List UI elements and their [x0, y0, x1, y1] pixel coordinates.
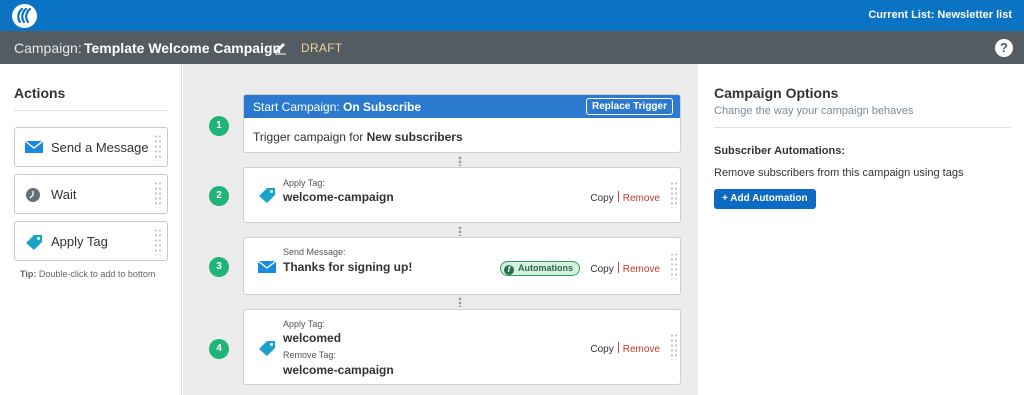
drag-handle[interactable]	[154, 134, 161, 161]
trigger-title-prefix: Start Campaign:	[253, 100, 344, 114]
copy-link[interactable]: Copy	[590, 344, 613, 355]
apply-tag-card[interactable]: Apply Tag: welcome-campaign Copy Remove	[243, 167, 681, 223]
copy-link[interactable]: Copy	[590, 264, 613, 275]
top-bar: Current List: Newsletter list	[0, 0, 1024, 31]
trigger-header: Start Campaign: On Subscribe Replace Tri…	[244, 95, 680, 118]
drag-handle[interactable]	[670, 181, 677, 208]
step-number: 2	[209, 186, 229, 206]
action-apply-tag[interactable]: Apply Tag	[14, 221, 168, 261]
card-actions: Copy Remove	[590, 262, 660, 275]
action-send-message[interactable]: Send a Message	[14, 127, 168, 167]
card-actions: Copy Remove	[590, 342, 660, 355]
tag-name: welcome-campaign	[283, 363, 394, 377]
trigger-desc-value: New subscribers	[366, 130, 463, 144]
step-number: 3	[209, 257, 229, 277]
remove-link[interactable]: Remove	[623, 264, 660, 275]
tip-text: Tip: Double-click to add to bottom	[20, 269, 155, 279]
options-subtitle: Change the way your campaign behaves	[714, 105, 914, 117]
action-label: Send a Message	[51, 140, 149, 155]
action-label: Wait	[51, 187, 77, 202]
add-automation-button[interactable]: + Add Automation	[714, 189, 816, 209]
tag-icon	[258, 340, 276, 356]
campaign-workflow: 1 Start Campaign: On Subscribe Replace T…	[183, 64, 698, 395]
subscriber-automations-description: Remove subscribers from this campaign us…	[714, 167, 964, 179]
copy-link[interactable]: Copy	[590, 193, 613, 204]
brand-logo-icon[interactable]	[12, 4, 37, 28]
tag-name: welcome-campaign	[283, 190, 394, 204]
link-separator	[617, 342, 619, 353]
step-connector	[458, 226, 462, 236]
status-badge: DRAFT	[301, 41, 343, 55]
divider	[14, 110, 168, 111]
actions-panel: Actions Send a Message Wait Apply Tag Ti…	[0, 64, 182, 395]
tag-icon	[25, 234, 43, 250]
action-label: Apply Tag	[51, 234, 108, 249]
trigger-card[interactable]: Start Campaign: On Subscribe Replace Tri…	[243, 94, 681, 153]
divider	[714, 127, 1011, 128]
current-list-link[interactable]: Current List: Newsletter list	[868, 9, 1012, 21]
step-label: Apply Tag:	[283, 319, 325, 329]
automations-label: Automations	[518, 263, 573, 273]
trigger-title: Start Campaign: On Subscribe	[253, 100, 421, 114]
tag-name: welcomed	[283, 331, 342, 345]
drag-handle[interactable]	[154, 181, 161, 208]
send-message-card[interactable]: Send Message: Thanks for signing up! f Au…	[243, 237, 681, 295]
trigger-desc-prefix: Trigger campaign for	[253, 130, 367, 144]
drag-handle[interactable]	[154, 228, 161, 255]
campaign-options-panel: Campaign Options Change the way your cam…	[698, 64, 1024, 395]
apply-remove-tag-card[interactable]: Apply Tag: welcomed Remove Tag: welcome-…	[243, 309, 681, 385]
action-wait[interactable]: Wait	[14, 174, 168, 214]
pencil-icon[interactable]	[272, 39, 288, 55]
step-connector	[458, 297, 462, 307]
campaign-prefix: Campaign:	[14, 40, 82, 56]
step-number: 4	[209, 339, 229, 359]
step-number: 1	[209, 116, 229, 136]
automation-icon: f	[504, 265, 514, 275]
help-icon[interactable]: ?	[995, 39, 1013, 57]
step-label: Apply Tag:	[283, 178, 325, 188]
actions-title: Actions	[14, 85, 66, 101]
step-connector	[458, 156, 462, 166]
drag-handle[interactable]	[670, 333, 677, 360]
envelope-icon	[24, 140, 44, 156]
replace-trigger-button[interactable]: Replace Trigger	[585, 98, 673, 115]
trigger-description: Trigger campaign for New subscribers	[253, 130, 463, 144]
campaign-bar: Campaign: Template Welcome Campaign DRAF…	[0, 31, 1024, 64]
tag-icon	[258, 187, 276, 203]
trigger-title-value: On Subscribe	[343, 100, 422, 114]
message-name: Thanks for signing up!	[283, 260, 413, 274]
campaign-name: Template Welcome Campaign	[84, 40, 282, 56]
automations-badge[interactable]: f Automations	[500, 261, 580, 276]
subscriber-automations-heading: Subscriber Automations:	[714, 145, 845, 157]
card-actions: Copy Remove	[590, 191, 660, 204]
step-label: Remove Tag:	[283, 350, 336, 360]
remove-link[interactable]: Remove	[623, 193, 660, 204]
link-separator	[617, 191, 619, 202]
clock-icon	[25, 187, 43, 203]
drag-handle[interactable]	[670, 252, 677, 279]
step-label: Send Message:	[283, 247, 346, 257]
link-separator	[617, 262, 619, 273]
envelope-icon	[257, 260, 277, 276]
tip-body: Double-click to add to bottom	[36, 269, 156, 279]
options-title: Campaign Options	[714, 85, 839, 101]
remove-link[interactable]: Remove	[623, 344, 660, 355]
tip-bold: Tip:	[20, 269, 37, 279]
